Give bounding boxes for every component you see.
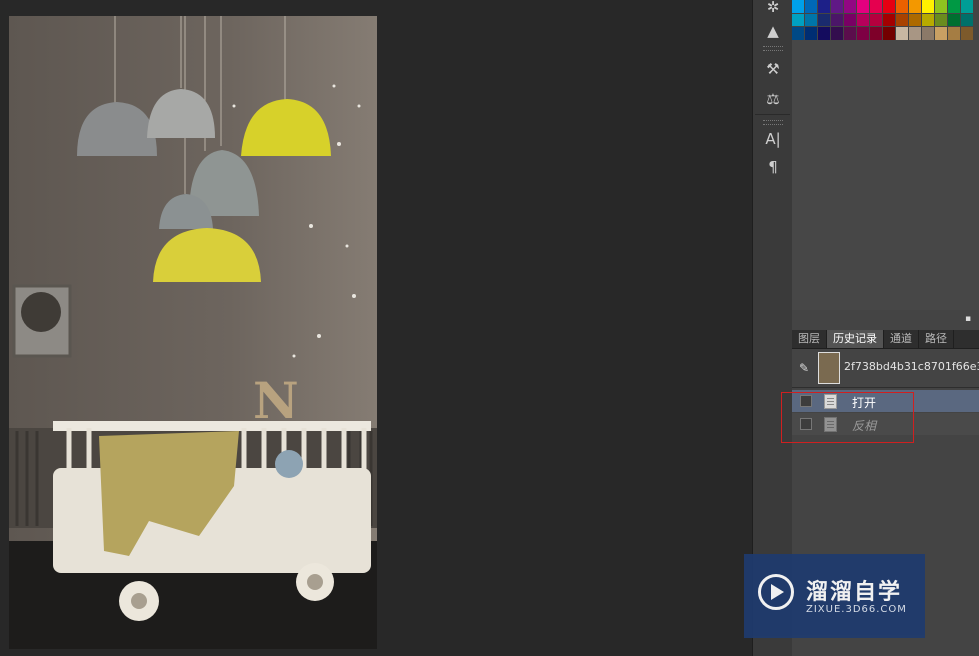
color-swatch[interactable] bbox=[857, 27, 869, 40]
color-swatch[interactable] bbox=[909, 27, 921, 40]
snapshot-name: 2f738bd4b31c8701f66e3de bbox=[844, 360, 979, 373]
color-swatch[interactable] bbox=[792, 27, 804, 40]
tab-channels[interactable]: 通道 bbox=[884, 330, 919, 348]
color-swatch[interactable] bbox=[805, 13, 817, 26]
swatches-empty-area bbox=[792, 40, 979, 310]
history-snapshot[interactable]: ✎ 2f738bd4b31c8701f66e3de bbox=[792, 349, 979, 388]
watermark-title: 溜溜自学 bbox=[806, 580, 903, 605]
snapshot-thumbnail bbox=[818, 352, 840, 384]
color-swatch[interactable] bbox=[896, 13, 908, 26]
tab-history[interactable]: 历史记录 bbox=[827, 330, 884, 348]
color-swatch[interactable] bbox=[857, 13, 869, 26]
adjust-icon[interactable]: ✲ bbox=[761, 0, 785, 18]
color-swatch[interactable] bbox=[831, 13, 843, 26]
tab-layers[interactable]: 图层 bbox=[792, 330, 827, 348]
color-swatch[interactable] bbox=[818, 0, 830, 13]
color-swatch[interactable] bbox=[883, 0, 895, 13]
color-swatch[interactable] bbox=[948, 0, 960, 13]
swatches-panel[interactable] bbox=[792, 0, 973, 40]
histogram-icon[interactable]: ▲ bbox=[761, 20, 785, 42]
color-swatch[interactable] bbox=[792, 0, 804, 13]
color-swatch[interactable] bbox=[870, 27, 882, 40]
color-swatch[interactable] bbox=[844, 0, 856, 13]
color-swatch[interactable] bbox=[844, 13, 856, 26]
canvas-image[interactable]: N bbox=[9, 16, 377, 649]
highlight-box bbox=[781, 392, 914, 443]
color-swatch[interactable] bbox=[935, 0, 947, 13]
clone-source-icon[interactable]: ⚖ bbox=[761, 88, 785, 110]
color-swatch[interactable] bbox=[831, 27, 843, 40]
color-swatch[interactable] bbox=[922, 0, 934, 13]
color-swatch[interactable] bbox=[896, 0, 908, 13]
color-swatch[interactable] bbox=[870, 0, 882, 13]
color-swatch[interactable] bbox=[896, 27, 908, 40]
color-swatch[interactable] bbox=[805, 27, 817, 40]
color-swatch[interactable] bbox=[948, 27, 960, 40]
color-swatch[interactable] bbox=[961, 27, 973, 40]
panel-menu-icon[interactable]: ▪ bbox=[962, 314, 974, 324]
nursery-photo: N bbox=[9, 16, 377, 649]
history-brush-icon[interactable]: ✎ bbox=[799, 361, 813, 375]
watermark-subtitle: ZIXUE.3D66.COM bbox=[806, 604, 907, 615]
dock-grip[interactable] bbox=[763, 120, 783, 125]
document-area[interactable]: N bbox=[0, 0, 752, 656]
color-swatch[interactable] bbox=[961, 0, 973, 13]
brush-preset-icon[interactable]: ⚒ bbox=[761, 58, 785, 80]
tab-paths[interactable]: 路径 bbox=[919, 330, 954, 348]
color-swatch[interactable] bbox=[818, 13, 830, 26]
watermark: 溜溜自学 ZIXUE.3D66.COM bbox=[744, 554, 925, 638]
color-swatch[interactable] bbox=[844, 27, 856, 40]
color-swatch[interactable] bbox=[831, 0, 843, 13]
color-swatch[interactable] bbox=[935, 13, 947, 26]
color-swatch[interactable] bbox=[805, 0, 817, 13]
play-logo-icon bbox=[758, 574, 794, 610]
color-swatch[interactable] bbox=[922, 27, 934, 40]
color-swatch[interactable] bbox=[870, 13, 882, 26]
color-swatch[interactable] bbox=[792, 13, 804, 26]
color-swatch[interactable] bbox=[909, 13, 921, 26]
color-swatch[interactable] bbox=[883, 13, 895, 26]
dock-grip[interactable] bbox=[763, 46, 783, 51]
panel-tab-bar: 图层 历史记录 通道 路径 bbox=[792, 330, 979, 349]
color-swatch[interactable] bbox=[961, 13, 973, 26]
color-swatch[interactable] bbox=[935, 27, 947, 40]
color-swatch[interactable] bbox=[909, 0, 921, 13]
color-swatch[interactable] bbox=[818, 27, 830, 40]
color-swatch[interactable] bbox=[922, 13, 934, 26]
color-swatch[interactable] bbox=[948, 13, 960, 26]
color-swatch[interactable] bbox=[883, 27, 895, 40]
color-swatch[interactable] bbox=[857, 0, 869, 13]
character-icon[interactable]: A| bbox=[761, 128, 785, 150]
paragraph-icon[interactable]: ¶ bbox=[761, 156, 785, 178]
